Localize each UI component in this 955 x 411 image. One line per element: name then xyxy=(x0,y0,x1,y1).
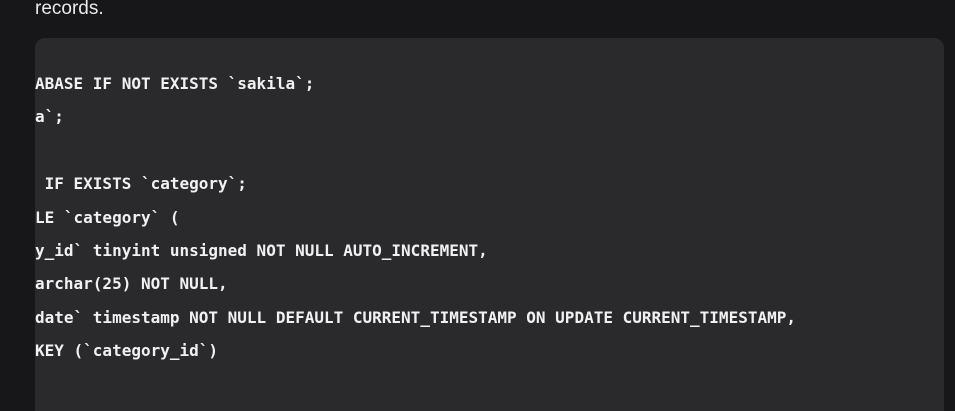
code-line-6: y_id` tinyint unsigned NOT NULL AUTO_INC… xyxy=(35,240,488,260)
code-line-4: IF EXISTS `category`; xyxy=(35,174,247,194)
code-block[interactable]: ABASE IF NOT EXISTS `sakila`; a`; IF EXIS… xyxy=(35,38,944,411)
chat-page: records. ABASE IF NOT EXISTS `sakila`; a`… xyxy=(0,0,955,411)
code-content[interactable]: ABASE IF NOT EXISTS `sakila`; a`; IF EXIS… xyxy=(35,67,796,368)
code-line-2: a`; xyxy=(35,107,64,127)
code-line-1: ABASE IF NOT EXISTS `sakila`; xyxy=(35,74,315,93)
code-line-7: archar(25) NOT NULL, xyxy=(35,274,228,294)
code-line-8: date` timestamp NOT NULL DEFAULT CURRENT… xyxy=(35,307,796,327)
code-line-5: LE `category` ( xyxy=(35,207,180,227)
intro-text: records. xyxy=(35,0,104,19)
code-line-9: KEY (`category_id`) xyxy=(35,341,219,361)
